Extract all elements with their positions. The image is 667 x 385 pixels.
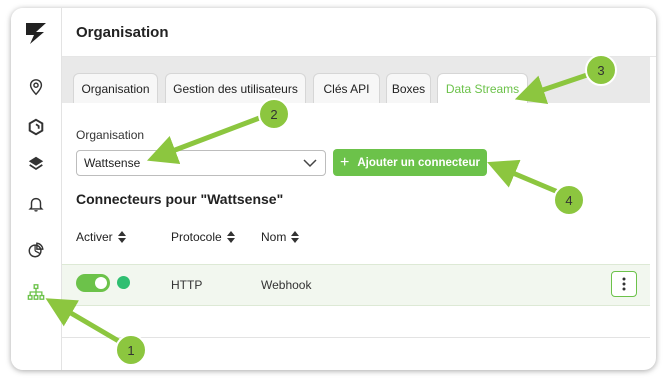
- location-pin-icon[interactable]: [25, 76, 47, 98]
- chevron-down-icon: [303, 159, 317, 168]
- bell-icon[interactable]: [25, 193, 47, 215]
- table-row: HTTP Webhook: [62, 264, 650, 306]
- column-header-nom[interactable]: Nom: [261, 230, 300, 244]
- kebab-icon: [622, 277, 626, 291]
- add-connector-label: Ajouter un connecteur: [357, 156, 481, 169]
- tab-organisation[interactable]: Organisation: [73, 73, 158, 103]
- enable-toggle[interactable]: [76, 274, 110, 292]
- row-menu-button[interactable]: [611, 271, 637, 297]
- main-content: Organisation Wattsense + Ajouter un conn…: [62, 103, 650, 338]
- tab-boxes[interactable]: Boxes: [386, 73, 431, 103]
- plus-icon: +: [339, 153, 350, 171]
- organisation-select-value: Wattsense: [84, 156, 141, 170]
- column-label: Nom: [261, 230, 287, 244]
- toggle-knob: [95, 277, 107, 289]
- divider: [62, 337, 650, 338]
- tab-bar: Organisation Gestion des utilisateurs Cl…: [62, 57, 650, 103]
- tab-gestion-utilisateurs[interactable]: Gestion des utilisateurs: [165, 73, 306, 103]
- sort-icon: [291, 231, 300, 243]
- section-title: Connecteurs pour "Wattsense": [76, 191, 284, 207]
- sidebar: [11, 8, 62, 370]
- organisation-label: Organisation: [76, 128, 145, 142]
- pie-chart-icon[interactable]: [25, 239, 47, 261]
- tab-cles-api[interactable]: Clés API: [313, 73, 380, 103]
- app-window: Organisation Organisation Gestion des ut…: [11, 8, 656, 370]
- sort-icon: [226, 231, 235, 243]
- sitemap-icon[interactable]: [25, 281, 47, 303]
- column-label: Protocole: [171, 230, 222, 244]
- hexagon-icon[interactable]: [25, 116, 47, 138]
- column-label: Activer: [76, 230, 113, 244]
- logo-icon[interactable]: [22, 20, 50, 46]
- page-header: Organisation: [62, 8, 656, 57]
- status-dot-icon: [117, 276, 130, 289]
- protocol-cell: HTTP: [171, 278, 203, 292]
- organisation-select[interactable]: Wattsense: [76, 150, 326, 176]
- add-connector-button[interactable]: + Ajouter un connecteur: [333, 149, 487, 176]
- name-cell: Webhook: [261, 278, 312, 292]
- page-title: Organisation: [76, 23, 169, 41]
- column-header-protocole[interactable]: Protocole: [171, 230, 235, 244]
- tab-data-streams[interactable]: Data Streams: [437, 73, 528, 103]
- layers-icon[interactable]: [25, 153, 47, 175]
- sort-icon: [117, 231, 126, 243]
- column-header-activer[interactable]: Activer: [76, 230, 126, 244]
